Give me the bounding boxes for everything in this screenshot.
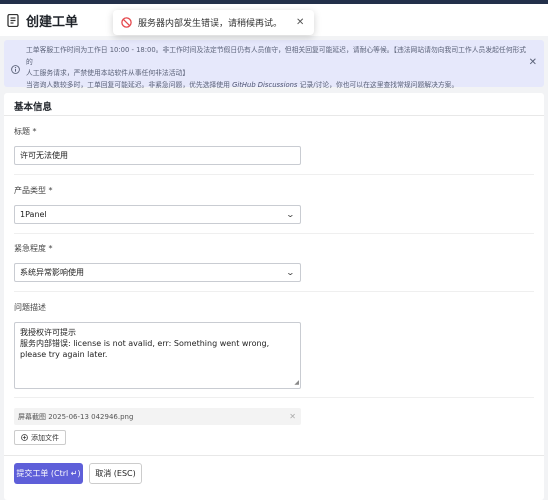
- cancel-button[interactable]: 取消 (ESC): [89, 463, 142, 484]
- section-title: 基本信息: [14, 102, 53, 113]
- notice-line-1: 工单客服工作时间为工作日 10:00 - 18:00。非工作时间及法定节假日仍有…: [26, 46, 527, 66]
- chevron-down-icon: ⌄: [285, 268, 296, 277]
- divider: [4, 115, 544, 116]
- title-label: 标题 *: [14, 127, 37, 136]
- ticket-form: 基本信息 标题 * 许可无法使用 产品类型 * 1Panel ⌄ 紧急程度 * …: [4, 93, 544, 500]
- description-textarea[interactable]: 我授权许可提示 服务内部错误: license is not avalid, e…: [14, 322, 301, 389]
- chevron-down-icon: ⌄: [285, 210, 296, 219]
- notice-close-icon[interactable]: ✕: [529, 57, 537, 68]
- divider: [14, 291, 534, 292]
- attachment-item: 屏幕截图 2025-06-13 042946.png ✕: [14, 408, 301, 425]
- page-title: 创建工单: [26, 14, 79, 30]
- add-file-label: 添加文件: [31, 433, 59, 442]
- product-type-value: 1Panel: [20, 210, 47, 219]
- title-input[interactable]: 许可无法使用: [14, 146, 301, 165]
- remove-attachment-icon[interactable]: ✕: [289, 412, 296, 421]
- ticket-icon: [6, 13, 20, 27]
- error-toast: 服务器内部发生错误，请稍候再试。 ✕: [113, 10, 315, 35]
- error-icon: [121, 17, 132, 28]
- toast-message: 服务器内部发生错误，请稍候再试。: [138, 19, 283, 29]
- description-line-1: 我授权许可提示: [20, 328, 76, 337]
- divider: [14, 397, 534, 398]
- product-type-select[interactable]: 1Panel ⌄: [14, 205, 301, 224]
- info-icon: [11, 59, 20, 74]
- service-notice: 工单客服工作时间为工作日 10:00 - 18:00。非工作时间及法定节假日仍有…: [4, 40, 544, 89]
- divider: [14, 174, 534, 175]
- attachment-name: 屏幕截图 2025-06-13 042946.png: [18, 412, 134, 421]
- resize-handle-icon[interactable]: ◢: [294, 377, 299, 388]
- urgency-label: 紧急程度 *: [14, 244, 53, 253]
- notice-text: 工单客服工作时间为工作日 10:00 - 18:00。非工作时间及法定节假日仍有…: [26, 45, 531, 89]
- divider: [14, 233, 534, 234]
- notice-line-2: 人工服务请求，严禁使用本站软件从事任何非法活动】: [26, 69, 190, 77]
- submit-button[interactable]: 提交工单 (Ctrl ↵): [14, 463, 83, 484]
- notice-line-3: 当咨询人数较多时，工单回复可能延迟。非紧急问题，优先选择使用 GitHub Di…: [26, 80, 459, 89]
- toast-close-icon[interactable]: ✕: [296, 17, 304, 28]
- urgency-value: 系统异常影响使用: [20, 268, 84, 277]
- divider: [4, 455, 544, 456]
- description-label: 问题描述: [14, 303, 46, 312]
- product-type-label: 产品类型 *: [14, 186, 53, 195]
- urgency-select[interactable]: 系统异常影响使用 ⌄: [14, 263, 301, 282]
- plus-circle-icon: [21, 434, 28, 441]
- add-file-button[interactable]: 添加文件: [14, 430, 66, 445]
- github-discussions-link[interactable]: GitHub Discussions: [232, 81, 297, 89]
- description-line-2: 服务内部错误: license is not avalid, err: Some…: [20, 339, 270, 359]
